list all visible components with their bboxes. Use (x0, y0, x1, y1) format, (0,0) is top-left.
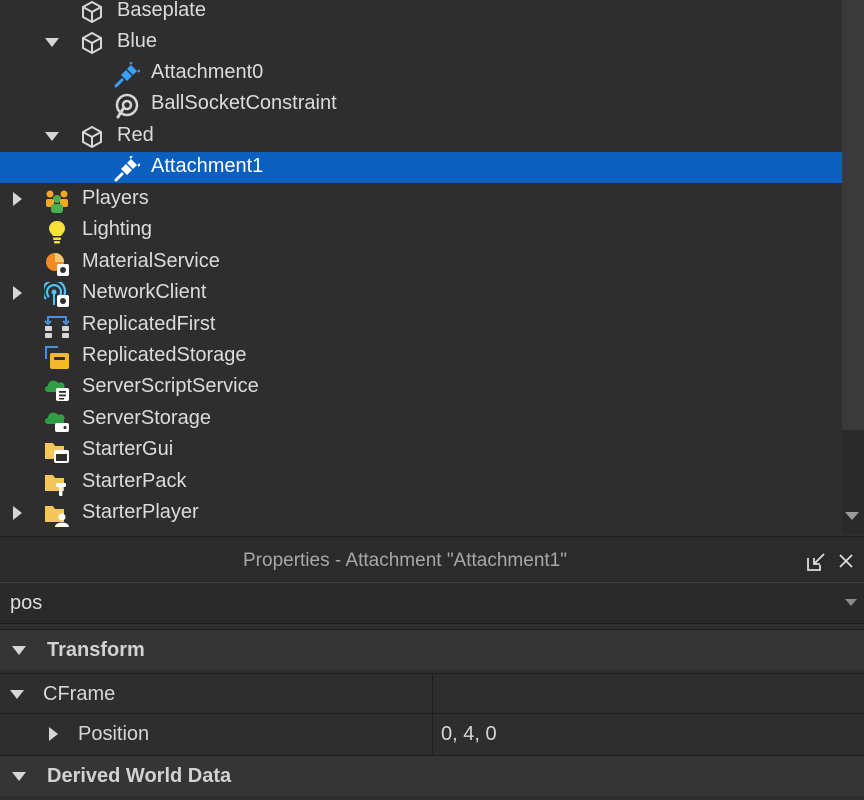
starter-player-icon (44, 502, 69, 527)
tree-item-starterplayer[interactable]: StarterPlayer (0, 498, 842, 529)
lighting-bulb-icon (44, 219, 68, 244)
replicated-storage-icon (44, 345, 69, 369)
tree-item-label: StarterPack (82, 470, 187, 492)
section-label: Derived World Data (47, 765, 232, 787)
expand-arrow-icon[interactable] (46, 727, 60, 741)
server-script-service-icon (44, 376, 69, 401)
tree-item-label: Attachment0 (151, 61, 264, 83)
part-cube-icon (80, 0, 104, 24)
tree-item-replicatedfirst[interactable]: ReplicatedFirst (0, 310, 842, 341)
section-derived-world-data[interactable]: Derived World Data (0, 755, 864, 796)
attachment-plug-icon (114, 155, 141, 182)
tree-item-label: ServerScriptService (82, 375, 259, 397)
undock-icon[interactable] (806, 552, 826, 572)
property-label: Position (78, 723, 150, 745)
server-storage-icon (44, 408, 69, 432)
tree-item-label: Red (117, 124, 154, 146)
collapse-arrow-icon[interactable] (12, 769, 26, 783)
tree-item-starterpack[interactable]: StarterPack (0, 467, 842, 498)
properties-title-bar: Properties - Attachment "Attachment1" (0, 536, 864, 583)
filter-dropdown-arrow-icon[interactable] (845, 599, 857, 606)
attachment-plug-icon (114, 61, 141, 88)
scrollbar-thumb[interactable] (842, 0, 864, 430)
tree-item-attachment0[interactable]: Attachment0 (0, 58, 842, 89)
tree-item-players[interactable]: Players (0, 184, 842, 215)
explorer-panel: Baseplate Blue Attachment0 BallSocketCon… (0, 0, 864, 534)
close-icon[interactable] (837, 552, 855, 570)
tree-item-baseplate[interactable]: Baseplate (0, 0, 842, 27)
replicated-first-icon (44, 314, 70, 338)
tree-item-networkclient[interactable]: NetworkClient (0, 278, 842, 309)
expand-arrow-icon[interactable] (10, 192, 24, 206)
tree-item-red[interactable]: Red (0, 121, 842, 152)
expand-arrow-icon[interactable] (10, 286, 24, 300)
tree-item-replicatedstorage[interactable]: ReplicatedStorage (0, 341, 842, 372)
tree-item-ballsocketconstraint[interactable]: BallSocketConstraint (0, 89, 842, 120)
tree-item-attachment1[interactable]: Attachment1 (0, 152, 842, 183)
tree-item-label: Lighting (82, 218, 153, 240)
tree-item-blue[interactable]: Blue (0, 27, 842, 58)
property-label: CFrame (43, 683, 116, 705)
model-cube-icon (80, 125, 104, 149)
tree-item-label: ServerStorage (82, 407, 211, 429)
properties-filter[interactable] (0, 582, 864, 624)
tree-item-label: ReplicatedFirst (82, 313, 216, 335)
tree-item-label: Blue (117, 30, 158, 52)
tree-item-label: NetworkClient (82, 281, 207, 303)
collapse-arrow-icon[interactable] (10, 687, 24, 701)
section-label: Transform (47, 639, 145, 661)
starter-pack-icon (44, 471, 68, 496)
starter-gui-icon (44, 439, 69, 463)
tree-item-materialservice[interactable]: MaterialService (0, 247, 842, 278)
scroll-down-arrow-icon[interactable] (845, 512, 859, 520)
column-divider[interactable] (432, 674, 433, 714)
tree-item-label: Attachment1 (151, 155, 264, 177)
material-service-icon (44, 251, 69, 276)
expand-arrow-icon[interactable] (45, 129, 59, 143)
column-divider[interactable] (432, 714, 433, 754)
explorer-scrollbar[interactable] (842, 0, 864, 534)
tree-item-label: StarterGui (82, 438, 174, 460)
tree-item-startergui[interactable]: StarterGui (0, 435, 842, 466)
tree-item-label: Baseplate (117, 0, 206, 21)
tree-item-label: ReplicatedStorage (82, 344, 247, 366)
network-client-icon (41, 279, 69, 307)
tree-item-lighting[interactable]: Lighting (0, 215, 842, 246)
section-transform[interactable]: Transform (0, 629, 864, 670)
property-cframe[interactable]: CFrame (0, 673, 864, 714)
property-value[interactable]: 0, 4, 0 (441, 723, 497, 746)
properties-title: Properties - Attachment "Attachment1" (243, 550, 567, 571)
tree-item-label: MaterialService (82, 250, 220, 272)
model-cube-icon (80, 31, 104, 55)
tree-item-serverscriptservice[interactable]: ServerScriptService (0, 372, 842, 403)
collapse-arrow-icon[interactable] (12, 643, 26, 657)
expand-arrow-icon[interactable] (10, 506, 24, 520)
tree-item-label: Players (82, 187, 149, 209)
tree-item-serverstorage[interactable]: ServerStorage (0, 404, 842, 435)
tree-item-label: BallSocketConstraint (151, 92, 337, 114)
expand-arrow-icon[interactable] (45, 35, 59, 49)
ball-socket-icon (114, 93, 139, 119)
players-icon (44, 188, 68, 213)
filter-input[interactable] (0, 583, 830, 623)
property-position[interactable]: Position 0, 4, 0 (0, 713, 864, 754)
tree-item-label: StarterPlayer (82, 501, 199, 523)
